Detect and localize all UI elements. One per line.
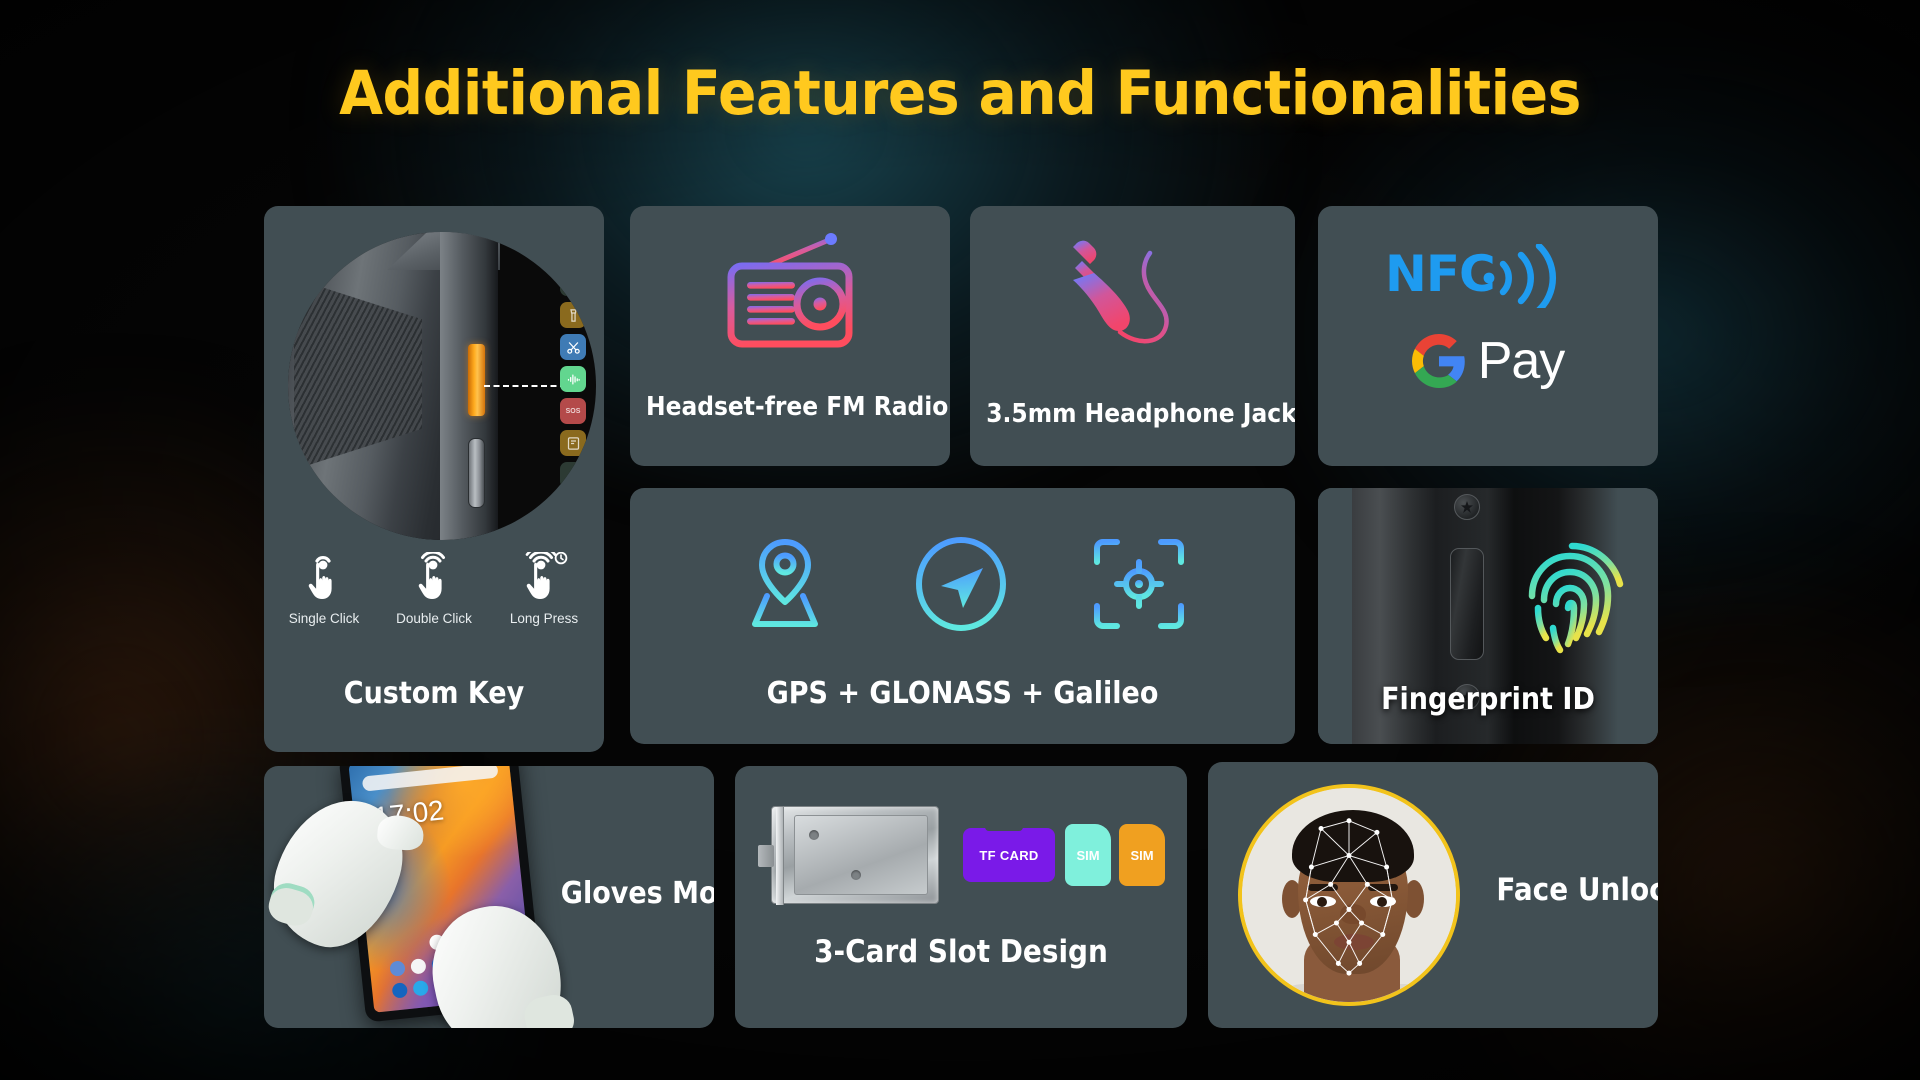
- card-label-3-card-slot: 3-Card Slot Design: [814, 934, 1108, 970]
- radio-icon: [630, 232, 950, 360]
- sim-card-label: SIM: [1130, 847, 1154, 863]
- headphone-jack-icon: [970, 228, 1295, 373]
- page-title: Additional Features and Functionalities: [339, 58, 1581, 129]
- card-label-gps: GPS + GLONASS + Galileo: [766, 676, 1159, 711]
- svg-text:NFC: NFC: [1385, 245, 1495, 303]
- card-gps[interactable]: GPS + GLONASS + Galileo: [630, 488, 1295, 744]
- face-photo: [1242, 788, 1456, 1002]
- navigation-arrow-icon: [913, 536, 1009, 637]
- card-label-gloves-mode: Gloves Mode: [560, 876, 714, 911]
- app-icon[interactable]: [410, 958, 427, 975]
- card-label-face-unlock: Face Unlock: [1496, 872, 1658, 908]
- speaker-grille: [294, 278, 422, 470]
- face-mesh-overlay: [1303, 818, 1395, 976]
- app-icon[interactable]: [391, 982, 409, 999]
- double-tap-hand-icon: [392, 550, 476, 608]
- card-face-unlock[interactable]: Face Unlock: [1208, 762, 1658, 1028]
- app-icon[interactable]: [389, 960, 406, 977]
- gloves-photo: 17:02 Wed, Nov 6: [264, 766, 578, 1028]
- card-label-fingerprint: Fingerprint ID: [1381, 682, 1595, 717]
- fingerprint-icon: [1516, 538, 1634, 669]
- tray-dot: [809, 830, 819, 840]
- long-press-hand-icon: [502, 550, 586, 608]
- single-tap-hand-icon: [282, 550, 366, 608]
- card-3-card-slot[interactable]: TF CARD SIM SIM 3-Card Slot Design: [735, 766, 1187, 1028]
- callout-dashed-line: [484, 385, 566, 387]
- scissors-shortcut-icon[interactable]: [560, 334, 586, 360]
- screw-icon-top: [1454, 494, 1480, 520]
- notes-shortcut-icon[interactable]: [560, 430, 586, 456]
- recorder-shortcut-icon[interactable]: [560, 366, 586, 392]
- gesture-long-press[interactable]: Long Press: [502, 550, 586, 626]
- card-label-custom-key: Custom Key: [343, 676, 525, 711]
- card-custom-key[interactable]: SOS Single Click Double Click Long Press…: [264, 206, 604, 752]
- fingerprint-sensor-button[interactable]: [1450, 548, 1484, 660]
- feature-grid-page: Additional Features and Functionalities: [0, 0, 1920, 1080]
- tray-inner: [794, 815, 928, 895]
- focus-target-icon: [1091, 536, 1187, 637]
- card-gloves-mode[interactable]: 17:02 Wed, Nov 6: [264, 766, 714, 1028]
- tf-card-chip[interactable]: TF CARD: [963, 823, 1055, 882]
- glove-cuff: [521, 991, 578, 1028]
- google-pay-logo[interactable]: Pay: [1318, 331, 1658, 391]
- more-shortcut-icon[interactable]: [560, 462, 586, 488]
- camera-shortcut-icon[interactable]: [560, 270, 586, 296]
- gesture-label: Double Click: [396, 611, 472, 626]
- sim-card-chip-1[interactable]: SIM: [1065, 824, 1111, 886]
- sim-card-label: SIM: [1076, 847, 1100, 863]
- sim-tray-icon: [758, 806, 939, 905]
- tray-dot: [851, 870, 861, 880]
- card-label-headphone-jack: 3.5mm Headphone Jack: [986, 399, 1295, 429]
- card-headphone-jack[interactable]: 3.5mm Headphone Jack: [970, 206, 1295, 466]
- gesture-double-click[interactable]: Double Click: [392, 550, 476, 626]
- gesture-single-click[interactable]: Single Click: [282, 550, 366, 626]
- card-nfc-gpay[interactable]: NFC Pay: [1318, 206, 1658, 466]
- device-side-render: [288, 232, 500, 540]
- nfc-icon: NFC: [1318, 244, 1658, 308]
- location-pin-map-icon: [739, 536, 831, 637]
- tf-card-label: TF CARD: [979, 847, 1039, 863]
- sim-card-chip-2[interactable]: SIM: [1119, 824, 1165, 886]
- gesture-label: Single Click: [288, 611, 360, 626]
- glove-cuff: [264, 879, 319, 930]
- card-fm-radio[interactable]: Headset-free FM Radio: [630, 206, 950, 466]
- tray-pin: [758, 845, 774, 867]
- google-g-icon: [1411, 334, 1465, 388]
- sos-shortcut-icon[interactable]: SOS: [560, 398, 586, 424]
- app-icon[interactable]: [412, 979, 429, 997]
- secondary-key-button[interactable]: [468, 438, 485, 508]
- gesture-list: Single Click Double Click Long Press: [264, 550, 604, 626]
- card-label-fm-radio: Headset-free FM Radio: [646, 392, 949, 422]
- shortcut-icon-list: SOS: [556, 270, 590, 514]
- card-fingerprint-id[interactable]: Fingerprint ID: [1318, 488, 1658, 744]
- custom-key-photo: SOS: [288, 232, 596, 540]
- flashlight-shortcut-icon[interactable]: [560, 302, 586, 328]
- gesture-label: Long Press: [509, 611, 579, 626]
- gpay-label: Pay: [1477, 332, 1566, 390]
- tray-lip: [776, 807, 784, 905]
- face-scan-ring: [1238, 784, 1460, 1006]
- custom-key-button[interactable]: [468, 344, 485, 416]
- gps-icon-row: [630, 536, 1295, 637]
